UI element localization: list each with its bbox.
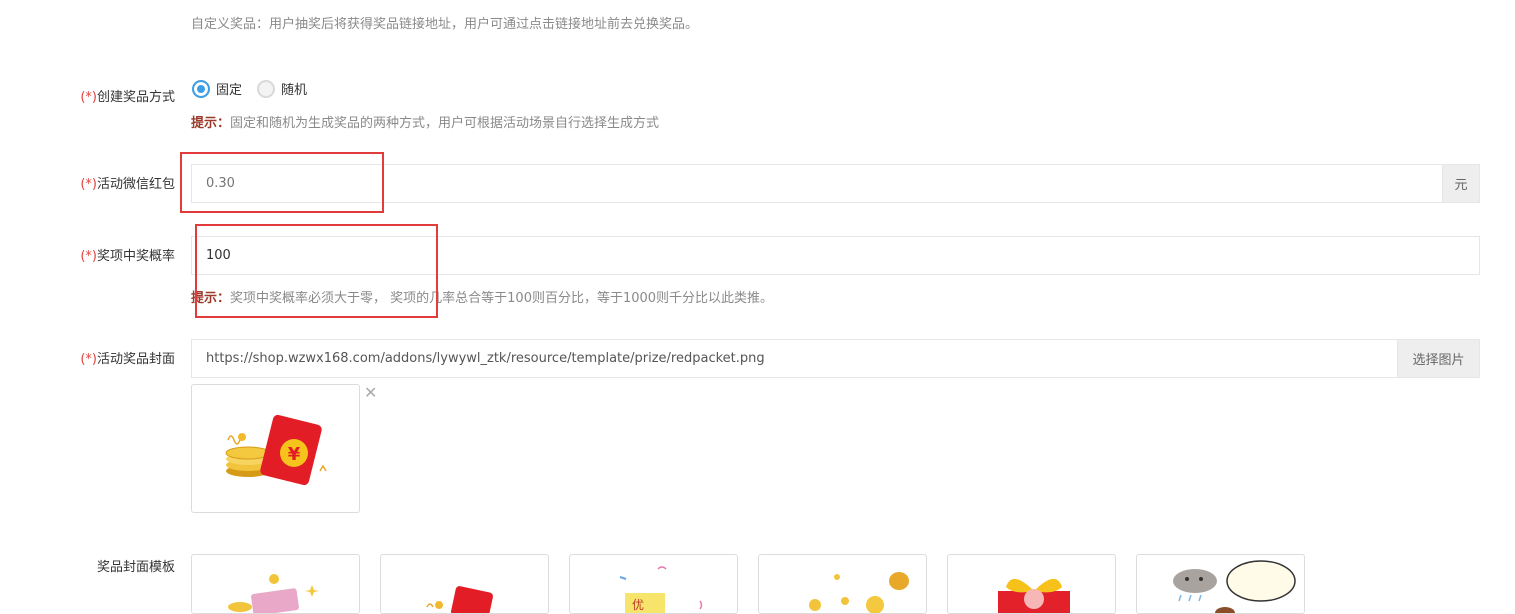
template-gift-box[interactable] [947, 554, 1116, 614]
intro-text: 自定义奖品：用户抽奖后将获得奖品链接地址，用户可通过点击链接地址前去兑换奖品。 [191, 17, 699, 32]
template-coupon[interactable]: 优 [569, 554, 738, 614]
radio-fixed[interactable]: 固定 [192, 79, 242, 98]
template-red-packet[interactable] [380, 554, 549, 614]
select-image-button[interactable]: 选择图片 [1397, 339, 1480, 378]
redpacket-label: (*)活动微信红包 [80, 177, 175, 192]
template-money-stack[interactable] [191, 554, 360, 614]
radio-checked-icon [192, 79, 210, 98]
close-icon[interactable]: ✕ [364, 385, 377, 401]
gold-coins-icon [809, 572, 909, 613]
create-mode-label: (*)创建奖品方式 [80, 90, 175, 105]
highlight-box-redpacket [180, 152, 384, 213]
red-packet-coins-icon: ¥ [225, 414, 327, 486]
create-mode-hint: 提示：固定和随机为生成奖品的两种方式，用户可根据活动场景自行选择生成方式 [191, 116, 660, 131]
money-stack-icon [228, 574, 319, 613]
red-packet-icon [426, 586, 493, 613]
no-prize-icon [1173, 560, 1296, 613]
template-gold-coins[interactable] [758, 554, 927, 614]
templates-label: 奖品封面模板 [96, 560, 175, 575]
radio-fixed-label: 固定 [216, 83, 243, 98]
coupon-icon: 优 [619, 566, 703, 613]
probability-label: (*)奖项中奖概率 [80, 249, 175, 264]
cover-label: (*)活动奖品封面 [80, 352, 175, 367]
gift-box-icon [998, 578, 1070, 613]
radio-unchecked-icon [257, 79, 275, 98]
required-mark: (*) [80, 90, 97, 105]
template-no-prize[interactable] [1136, 554, 1305, 614]
radio-random-label: 随机 [281, 83, 308, 98]
yuan-addon: 元 [1442, 164, 1480, 203]
cover-url-input[interactable]: https://shop.wzwx168.com/addons/lywywl_z… [191, 339, 1398, 378]
highlight-box-probability [195, 224, 438, 318]
cover-preview: ¥ [191, 384, 360, 513]
svg-text:优: 优 [632, 598, 644, 612]
svg-text:¥: ¥ [288, 444, 301, 465]
radio-random[interactable]: 随机 [257, 79, 307, 98]
